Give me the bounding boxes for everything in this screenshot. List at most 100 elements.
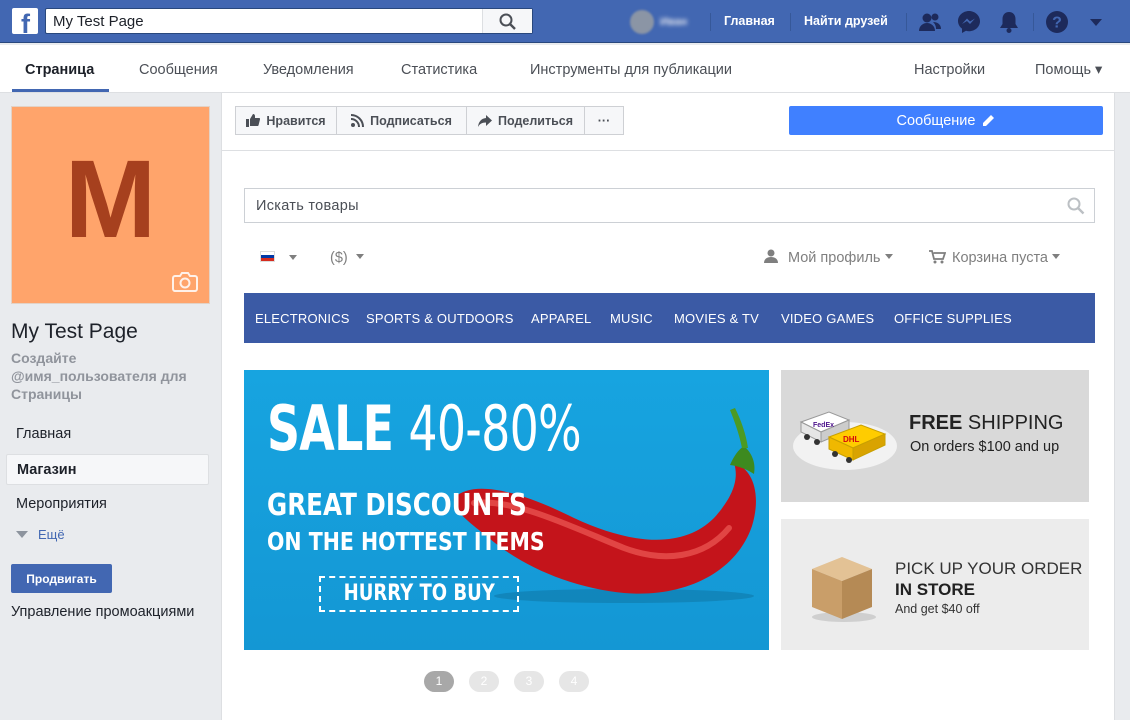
free-shipping-title: FREE SHIPPING [909,412,1063,435]
divider [790,13,791,31]
top-navigation-bar: f Иван Главная Найти друзей ? [0,0,1130,43]
share-arrow-icon [477,114,492,127]
pickup-title: PICK UP YOUR ORDER [895,559,1083,578]
page-action-bar: Нравится Подписаться Поделиться ··· Сооб… [222,93,1115,151]
cardboard-box-image [812,557,876,622]
facebook-logo-icon[interactable]: f [12,8,38,34]
more-dots-icon: ··· [597,113,611,128]
sidebar-item-shop[interactable]: Магазин [6,454,209,485]
global-search-button[interactable] [482,9,532,33]
chevron-down-icon [16,531,28,538]
follow-button[interactable]: Подписаться [336,106,467,135]
pencil-icon [983,114,995,126]
sidebar-item-home[interactable]: Главная [6,419,209,450]
like-label: Нравится [266,113,326,128]
account-menu-chevron-icon[interactable] [1083,9,1109,35]
delivery-trucks-image: FedEx DHL [793,411,897,470]
find-friends-link[interactable]: Найти друзей [804,14,888,28]
tab-publishing-tools[interactable]: Инструменты для публикации [530,62,732,78]
shop-search [244,188,1095,223]
my-profile-menu[interactable]: Мой профиль [788,250,893,266]
sidebar-more-label: Ещё [38,527,65,542]
sidebar-more-link[interactable]: Ещё [16,527,65,542]
chevron-down-icon [1052,254,1061,259]
share-label: Поделиться [497,113,574,128]
banner-subheading: GREAT DISCOUNTS [267,488,527,523]
more-actions-button[interactable]: ··· [584,106,624,135]
category-movies-tv[interactable]: MOVIES & TV [674,311,759,326]
hurry-to-buy-button[interactable]: HURRY TO BUY [319,576,519,612]
avatar [630,10,654,34]
banner-subheading-2: ON THE HOTTEST ITEMS [267,527,545,556]
my-profile-label: Мой профиль [788,250,881,266]
chevron-down-icon [884,254,893,259]
help-menu[interactable]: Помощь ▾ [1035,62,1102,78]
main-content: Нравится Подписаться Поделиться ··· Сооб… [221,93,1115,720]
russia-flag-icon[interactable] [260,251,275,262]
search-icon[interactable] [1067,197,1085,215]
free-shipping-subtitle: On orders $100 and up [910,439,1060,455]
pickup-subtitle: And get $40 off [895,602,980,616]
search-icon [499,13,516,30]
pickup-in-store-promo[interactable]: PICK UP YOUR ORDER IN STORE And get $40 … [781,519,1089,650]
messenger-icon[interactable] [956,9,982,35]
free-shipping-title-bold: FREE [909,412,963,434]
page-profile-picture[interactable]: M [11,106,210,304]
banner-sale-heading: SALE 40-80% [267,392,582,465]
manage-promotions-link[interactable]: Управление промоакциями [11,604,194,620]
active-tab-indicator [12,89,109,92]
notifications-bell-icon[interactable] [996,9,1022,35]
page-title: My Test Page [11,320,138,343]
friend-requests-icon[interactable] [917,9,943,35]
create-username-link[interactable]: Создайте @имя_пользователя для Страницы [11,349,211,403]
carousel-page-4[interactable]: 4 [559,671,589,692]
sidebar-item-events[interactable]: Мероприятия [6,489,209,520]
chevron-down-icon [355,254,364,259]
tab-settings[interactable]: Настройки [914,62,985,78]
like-button[interactable]: Нравится [235,106,337,135]
rss-follow-icon [351,114,365,127]
language-chevron-down-icon[interactable] [289,255,297,260]
global-search-input[interactable] [46,9,483,33]
category-music[interactable]: MUSIC [610,311,653,326]
camera-icon[interactable] [172,271,198,293]
category-sports-outdoors[interactable]: SPORTS & OUTDOORS [366,311,514,326]
banner-sale-word: SALE [267,392,394,465]
carousel-page-3[interactable]: 3 [514,671,544,692]
page-navigation: Страница Сообщения Уведомления Статистик… [0,45,1130,93]
divider [1033,13,1034,31]
promote-button[interactable]: Продвигать [11,564,112,593]
hurry-label: HURRY TO BUY [343,581,495,606]
svg-text:FedEx: FedEx [813,422,834,429]
thumbs-up-icon [246,114,261,127]
cart-label: Корзина пуста [952,250,1048,266]
category-office-supplies[interactable]: OFFICE SUPPLIES [894,311,1012,326]
tab-notifications[interactable]: Уведомления [263,62,354,78]
tab-messages[interactable]: Сообщения [139,62,218,78]
category-electronics[interactable]: ELECTRONICS [255,311,350,326]
carousel-page-2[interactable]: 2 [469,671,499,692]
free-shipping-title-rest: SHIPPING [967,412,1064,434]
help-icon[interactable]: ? [1044,9,1070,35]
user-profile-link[interactable]: Иван [630,10,687,34]
category-apparel[interactable]: APPAREL [531,311,591,326]
avatar-letter: M [64,138,157,261]
home-link[interactable]: Главная [724,14,775,28]
tab-insights[interactable]: Статистика [401,62,477,78]
svg-text:?: ? [1052,15,1062,32]
currency-select[interactable]: ($) [330,250,364,266]
free-shipping-promo[interactable]: FedEx DHL FREE SHIPPING On orders $100 a… [781,370,1089,502]
svg-text:DHL: DHL [843,435,860,444]
cart-menu[interactable]: Корзина пуста [952,250,1061,266]
left-sidebar: M My Test Page Создайте @имя_пользовател… [0,93,220,720]
category-video-games[interactable]: VIDEO GAMES [781,311,874,326]
shop-search-input[interactable] [245,189,1045,222]
tab-page[interactable]: Страница [25,62,94,78]
shopping-cart-icon [929,250,946,264]
sale-banner[interactable]: SALE 40-80% GREAT DISCOUNTS ON THE HOTTE… [244,370,769,650]
divider [906,13,907,31]
send-message-button[interactable]: Сообщение [789,106,1103,135]
share-button[interactable]: Поделиться [466,106,585,135]
carousel-page-1[interactable]: 1 [424,671,454,692]
divider [710,13,711,31]
